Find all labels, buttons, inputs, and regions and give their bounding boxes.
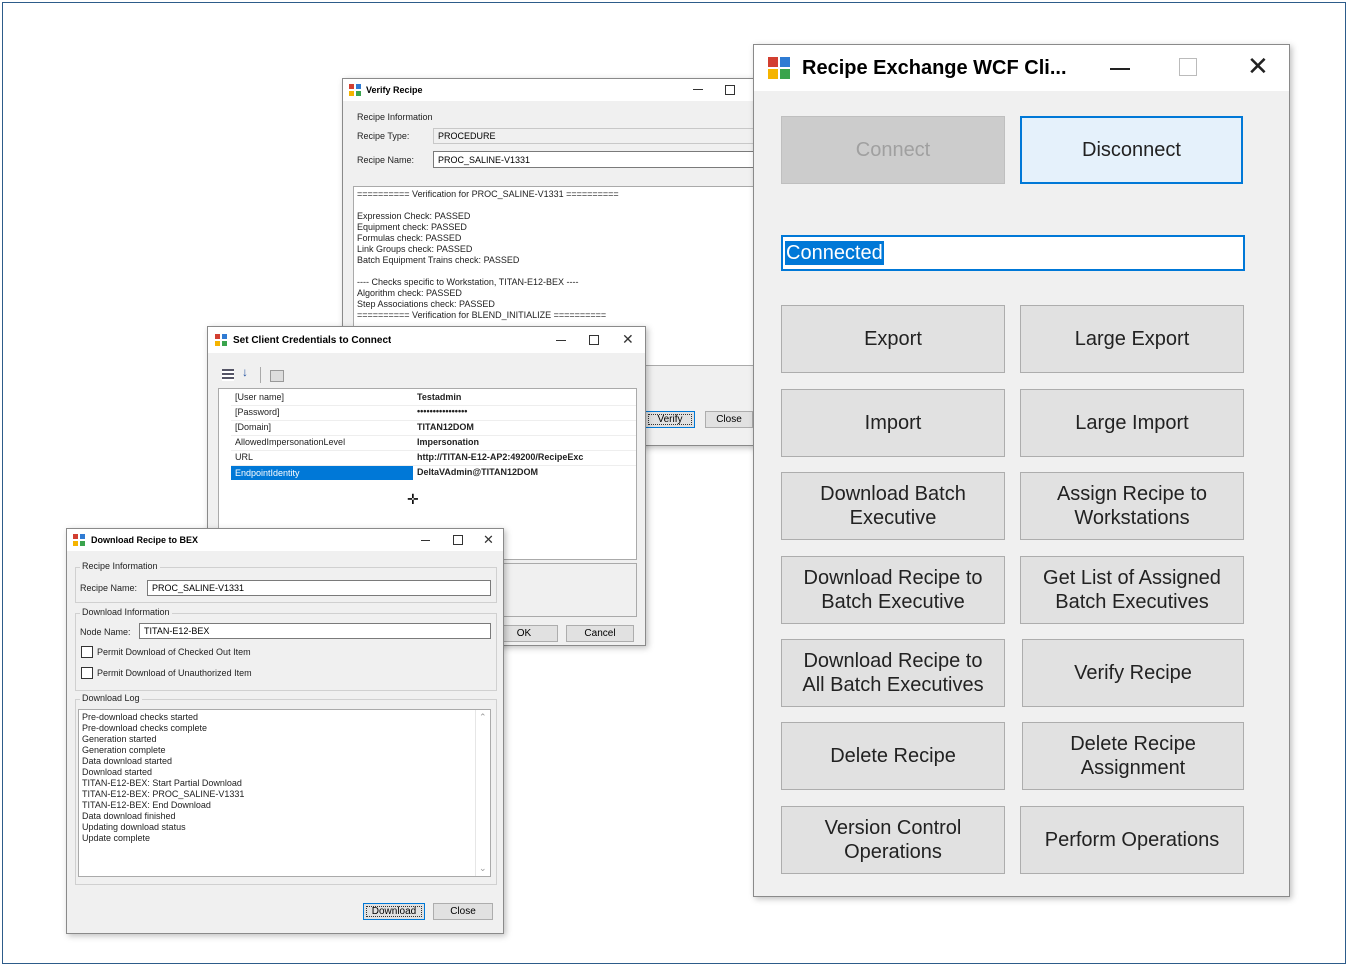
verify-button[interactable]: Verify — [645, 411, 695, 428]
property-row-selected[interactable]: EndpointIdentity DeltaVAdmin@TITAN12DOM — [231, 466, 636, 480]
delete-recipe-assignment-button[interactable]: Delete Recipe Assignment — [1022, 722, 1244, 790]
permit-checked-out-label[interactable]: Permit Download of Checked Out Item — [97, 647, 251, 657]
property-value[interactable]: DeltaVAdmin@TITAN12DOM — [417, 467, 538, 477]
property-name: [Domain] — [235, 422, 272, 432]
verify-titlebar[interactable]: Verify Recipe — [343, 79, 755, 101]
download-recipe-name-field[interactable]: PROC_SALINE-V1331 — [147, 580, 491, 596]
close-icon[interactable]: ✕ — [622, 331, 634, 348]
connect-button[interactable]: Connect — [781, 116, 1005, 184]
disconnect-button[interactable]: Disconnect — [1020, 116, 1243, 184]
property-row[interactable]: [Domain] TITAN12DOM — [231, 421, 636, 436]
large-import-button[interactable]: Large Import — [1020, 389, 1244, 457]
maximize-icon[interactable] — [1179, 58, 1197, 76]
download-recipe-all-batch-executives-button[interactable]: Download Recipe to All Batch Executives — [781, 639, 1005, 707]
log-scrollbar[interactable]: ⌃ ⌄ — [475, 710, 491, 876]
permit-unauthorized-checkbox[interactable] — [81, 667, 93, 679]
verify-close-button[interactable]: Close — [705, 411, 753, 428]
recipe-exchange-window: Recipe Exchange WCF Cli... ✕ Connect Dis… — [753, 44, 1290, 897]
download-log-label: Download Log — [80, 693, 142, 703]
property-row[interactable]: AllowedImpersonationLevel Impersonation — [231, 436, 636, 451]
assign-recipe-button[interactable]: Assign Recipe to Workstations — [1020, 472, 1244, 540]
large-export-button[interactable]: Large Export — [1020, 305, 1244, 373]
import-button[interactable]: Import — [781, 389, 1005, 457]
minimize-icon[interactable] — [693, 89, 703, 90]
verify-recipe-info-label: Recipe Information — [357, 112, 433, 122]
app-icon — [73, 534, 85, 546]
toolbar-separator — [260, 367, 261, 383]
sort-alpha-icon[interactable]: ↓ — [242, 365, 248, 379]
app-icon — [215, 334, 227, 346]
close-icon[interactable]: ✕ — [1247, 51, 1269, 82]
move-cursor-icon: ✛ — [407, 491, 419, 507]
download-titlebar[interactable]: Download Recipe to BEX ✕ — [67, 529, 503, 551]
credentials-titlebar[interactable]: Set Client Credentials to Connect ✕ — [208, 327, 645, 353]
property-name: URL — [235, 452, 254, 462]
property-value: TITAN12DOM — [417, 422, 474, 432]
property-value: Impersonation — [417, 437, 480, 447]
cancel-button[interactable]: Cancel — [566, 625, 634, 642]
perform-operations-button[interactable]: Perform Operations — [1020, 806, 1244, 874]
get-assigned-batch-executives-button[interactable]: Get List of Assigned Batch Executives — [1020, 556, 1244, 624]
download-recipe-window: Download Recipe to BEX ✕ Recipe Informat… — [66, 528, 504, 934]
property-value: •••••••••••••••• — [417, 406, 468, 416]
main-titlebar[interactable]: Recipe Exchange WCF Cli... ✕ — [754, 45, 1289, 91]
credentials-title: Set Client Credentials to Connect — [233, 334, 392, 346]
scroll-up-icon[interactable]: ⌃ — [479, 712, 487, 723]
minimize-icon[interactable] — [556, 340, 566, 341]
permit-unauthorized-label[interactable]: Permit Download of Unauthorized Item — [97, 668, 252, 678]
node-name-field[interactable]: TITAN-E12-BEX — [139, 623, 491, 639]
property-name: EndpointIdentity — [231, 466, 413, 480]
download-button[interactable]: Download — [363, 903, 425, 920]
property-row[interactable]: [Password] •••••••••••••••• — [231, 406, 636, 421]
maximize-icon[interactable] — [589, 335, 599, 345]
verify-type-label: Recipe Type: — [357, 131, 410, 141]
maximize-icon[interactable] — [725, 85, 735, 95]
version-control-operations-button[interactable]: Version Control Operations — [781, 806, 1005, 874]
download-info-label: Download Information — [80, 607, 172, 617]
property-row[interactable]: URL http://TITAN-E12-AP2:49200/RecipeExc — [231, 451, 636, 466]
recipe-name-field[interactable]: PROC_SALINE-V1331 — [433, 151, 755, 168]
property-name: AllowedImpersonationLevel — [235, 437, 346, 447]
connection-status-field[interactable]: Connected — [781, 235, 1245, 271]
recipe-type-field[interactable]: PROCEDURE — [433, 128, 755, 144]
property-pages-icon[interactable] — [270, 370, 284, 382]
node-name-label: Node Name: — [80, 627, 131, 637]
property-name: [User name] — [235, 392, 285, 402]
download-name-label: Recipe Name: — [80, 583, 138, 593]
minimize-icon[interactable] — [421, 540, 430, 541]
property-name: [Password] — [235, 407, 280, 417]
download-recipe-batch-executive-button[interactable]: Download Recipe to Batch Executive — [781, 556, 1005, 624]
app-icon — [768, 57, 790, 79]
scroll-down-icon[interactable]: ⌄ — [479, 863, 487, 874]
minimize-icon[interactable] — [1110, 68, 1130, 70]
download-log[interactable]: Pre-download checks started Pre-download… — [78, 709, 491, 877]
verify-name-label: Recipe Name: — [357, 155, 415, 165]
delete-recipe-button[interactable]: Delete Recipe — [781, 722, 1005, 790]
download-title: Download Recipe to BEX — [91, 535, 199, 545]
export-button[interactable]: Export — [781, 305, 1005, 373]
download-batch-executive-button[interactable]: Download Batch Executive — [781, 472, 1005, 540]
close-icon[interactable]: ✕ — [483, 532, 494, 548]
recipe-info-label: Recipe Information — [80, 561, 160, 571]
property-value: Testadmin — [417, 392, 462, 402]
download-close-button[interactable]: Close — [433, 903, 493, 920]
categorized-icon[interactable] — [222, 369, 234, 381]
connection-status-text: Connected — [785, 241, 884, 265]
app-icon — [349, 84, 361, 96]
main-title: Recipe Exchange WCF Cli... — [802, 56, 1067, 79]
property-row[interactable]: [User name] Testadmin — [231, 391, 636, 406]
property-value: http://TITAN-E12-AP2:49200/RecipeExc — [417, 452, 584, 462]
verify-recipe-button[interactable]: Verify Recipe — [1022, 639, 1244, 707]
verify-title: Verify Recipe — [366, 85, 423, 95]
maximize-icon[interactable] — [453, 535, 463, 545]
permit-checked-out-checkbox[interactable] — [81, 646, 93, 658]
